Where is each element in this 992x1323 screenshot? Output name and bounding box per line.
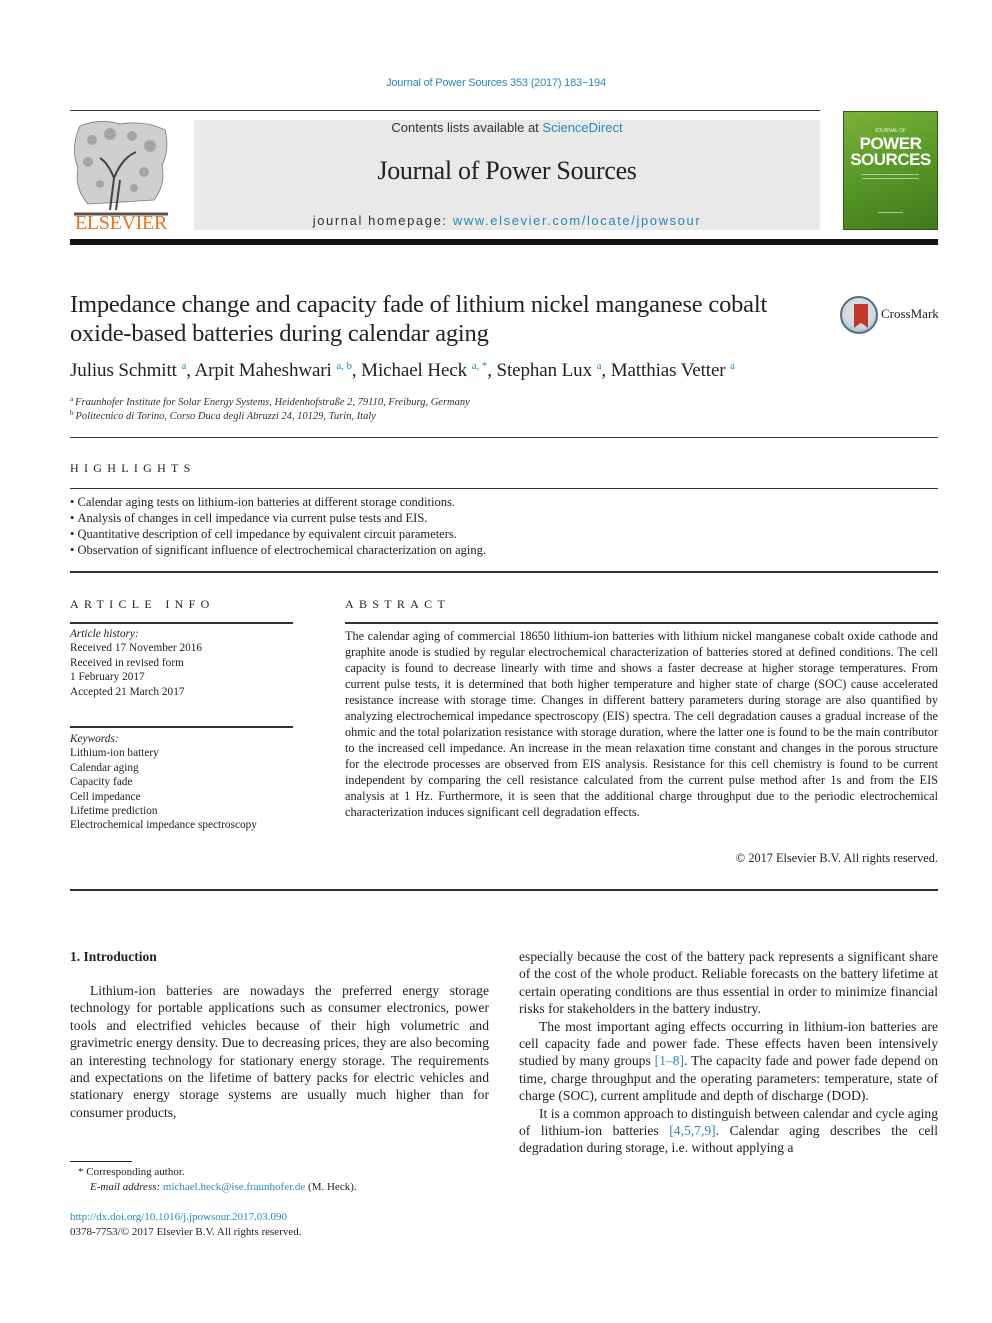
doi-link[interactable]: http://dx.doi.org/10.1016/j.jpowsour.201… [70, 1211, 287, 1223]
journal-reference-link[interactable]: Journal of Power Sources 353 (2017) 183−… [0, 77, 992, 89]
header-divider [70, 110, 820, 111]
body-column-right: especially because the cost of the batte… [519, 948, 938, 1157]
keyword: Capacity fade [70, 776, 133, 789]
author-list: Julius Schmitt a, Arpit Maheshwari a, b,… [70, 360, 735, 381]
corresponding-author-note: * Corresponding author. [78, 1166, 185, 1178]
highlight-item: Analysis of changes in cell impedance vi… [70, 510, 486, 526]
article-history-label: Article history: [70, 628, 139, 640]
doi-link-row: http://dx.doi.org/10.1016/j.jpowsour.201… [70, 1211, 287, 1223]
author-affiliation-mark[interactable]: a [730, 360, 735, 372]
divider [70, 488, 938, 489]
highlight-item: Observation of significant influence of … [70, 542, 487, 558]
author-name[interactable]: Michael Heck [361, 360, 467, 381]
cover-decoration [862, 178, 919, 179]
journal-cover[interactable]: JOURNAL OF POWER SOURCES [843, 111, 938, 230]
cover-decoration [862, 174, 919, 175]
history-item: Accepted 21 March 2017 [70, 685, 185, 698]
author-affiliation-mark[interactable]: a, b [336, 360, 352, 372]
sciencedirect-link[interactable]: ScienceDirect [542, 120, 622, 135]
email-label: E-mail address: [90, 1181, 163, 1193]
footnote-divider [70, 1161, 132, 1162]
elsevier-wordmark: ELSEVIER [74, 212, 168, 234]
author-name[interactable]: Julius Schmitt [70, 360, 177, 381]
contents-prefix: Contents lists available at [391, 120, 543, 135]
body-paragraph: especially because the cost of the batte… [519, 949, 938, 1017]
author-name[interactable]: Arpit Maheshwari [195, 360, 332, 381]
divider [70, 437, 938, 438]
body-paragraph: Lithium-ion batteries are nowadays the p… [70, 983, 489, 1120]
abstract-text: The calendar aging of commercial 18650 l… [345, 629, 938, 819]
body-paragraph: It is a common approach to distinguish b… [519, 1105, 938, 1157]
abstract-heading: ABSTRACT [345, 597, 451, 611]
article-history: Article history: Received 17 November 20… [70, 627, 202, 699]
affiliation-mark: a [70, 395, 74, 403]
abstract-copyright: © 2017 Elsevier B.V. All rights reserved… [735, 851, 938, 865]
divider [70, 622, 293, 624]
author-affiliation-mark[interactable]: a, * [472, 360, 488, 372]
article-info-heading: ARTICLE INFO [70, 597, 215, 611]
crossmark-label: CrossMark [881, 306, 939, 321]
keyword: Electrochemical impedance spectroscopy [70, 819, 257, 832]
cover-title-line2: SOURCES [850, 150, 931, 169]
citation-link[interactable]: [1–8] [655, 1053, 684, 1068]
keyword: Cell impedance [70, 790, 141, 803]
homepage-link[interactable]: www.elsevier.com/locate/jpowsour [453, 213, 701, 228]
journal-title: Journal of Power Sources [377, 156, 637, 185]
header-thick-divider [70, 239, 938, 245]
issn-copyright: 0378-7753/© 2017 Elsevier B.V. All right… [70, 1226, 302, 1238]
journal-homepage: journal homepage: www.elsevier.com/locat… [194, 213, 820, 228]
author-name[interactable]: Stephan Lux [497, 360, 593, 381]
keyword: Calendar aging [70, 761, 139, 774]
history-item: Received 17 November 2016 [70, 642, 203, 655]
crossmark-button[interactable]: CrossMark [840, 296, 940, 336]
body-column-left: Lithium-ion batteries are nowadays the p… [70, 982, 489, 1121]
citation-link[interactable]: [4,5,7,9] [669, 1123, 715, 1138]
history-item: Received in revised form [70, 656, 184, 669]
keywords-label: Keywords: [70, 733, 119, 745]
divider [70, 726, 293, 728]
body-paragraph: The most important aging effects occurri… [519, 1018, 938, 1105]
section-heading-introduction: 1. Introduction [70, 949, 157, 964]
contents-line: Contents lists available at ScienceDirec… [194, 120, 820, 135]
divider [70, 889, 938, 891]
keyword: Lifetime prediction [70, 805, 158, 818]
highlights-list: Calendar aging tests on lithium-ion batt… [70, 494, 487, 558]
homepage-prefix: journal homepage: [312, 213, 453, 228]
email-note: E-mail address: michael.heck@ise.fraunho… [90, 1181, 357, 1193]
affiliation-mark: b [70, 409, 74, 417]
email-link[interactable]: michael.heck@ise.fraunhofer.de [163, 1181, 305, 1193]
email-suffix: (M. Heck). [305, 1181, 357, 1193]
cover-title: POWER SOURCES [844, 135, 937, 169]
author-affiliation-mark[interactable]: a [597, 360, 602, 372]
history-item: 1 February 2017 [70, 671, 145, 684]
keywords: Keywords: Lithium-ion battery Calendar a… [70, 732, 257, 833]
highlights-heading: HIGHLIGHTS [70, 461, 196, 475]
affiliation-text: Politecnico di Torino, Corso Duca degli … [75, 411, 376, 422]
author-name[interactable]: Matthias Vetter [611, 360, 726, 381]
cover-decoration [878, 212, 903, 213]
divider [345, 622, 938, 624]
keyword: Lithium-ion battery [70, 747, 159, 760]
author-affiliation-mark[interactable]: a [181, 360, 186, 372]
highlight-item: Calendar aging tests on lithium-ion batt… [70, 494, 486, 510]
article-title: Impedance change and capacity fade of li… [70, 291, 768, 347]
affiliation: b Politecnico di Torino, Corso Duca degli… [70, 409, 376, 422]
elsevier-logo: ELSEVIER [70, 118, 172, 234]
crossmark-icon [840, 296, 878, 334]
affiliation-text: Fraunhofer Institute for Solar Energy Sy… [75, 397, 470, 408]
divider [70, 571, 938, 573]
highlight-item: Quantitative description of cell impedan… [70, 526, 486, 542]
affiliation: a Fraunhofer Institute for Solar Energy S… [70, 395, 470, 408]
